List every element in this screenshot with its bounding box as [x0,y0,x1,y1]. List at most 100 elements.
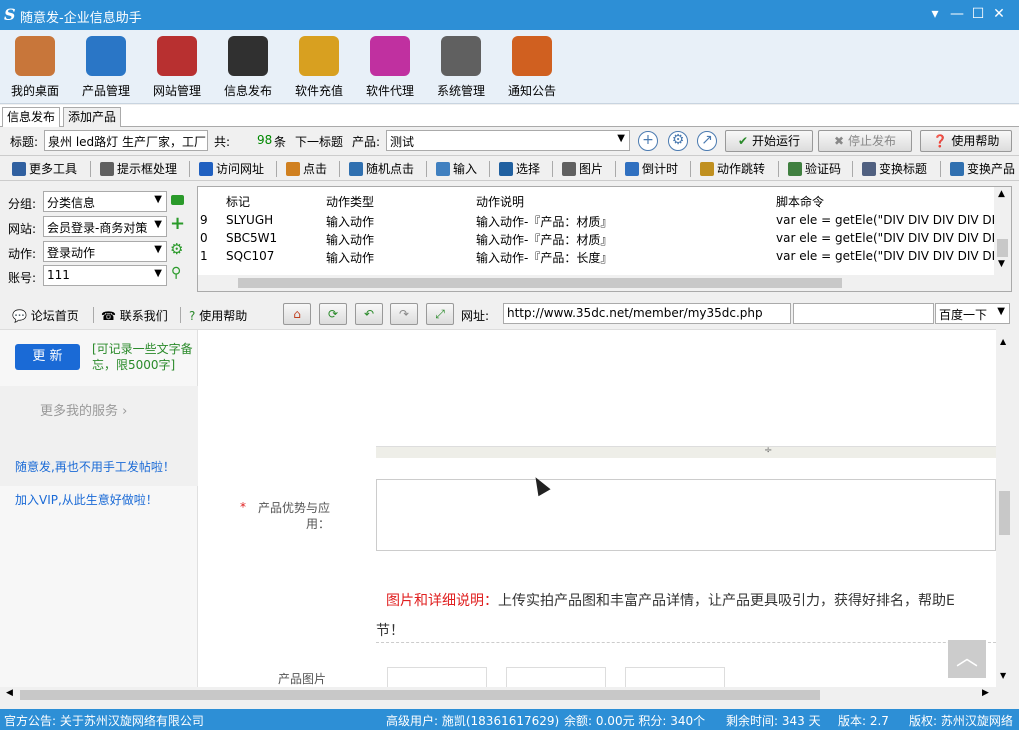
gear-icon[interactable]: ⚙ [170,240,183,258]
table-cell[interactable]: var ele = getEle("DIV DIV DIV DIV DIV [776,213,1003,227]
input-button[interactable]: 输入 [436,160,477,177]
click-button[interactable]: 点击 [286,160,327,177]
random-click-button[interactable]: 随机点击 [349,160,414,177]
browser-help-button[interactable]: ? 使用帮助 [189,307,247,324]
table-cell[interactable]: 输入动作 [326,231,374,248]
grid-horizontal-scrollbar[interactable] [198,275,994,291]
scroll-up-icon[interactable]: ▲ [1000,337,1006,346]
scroll-right-icon[interactable]: ▶ [982,688,989,698]
search-engine-select[interactable]: 百度一下 ▼ [935,303,1010,324]
more-tools-button[interactable]: 更多工具 [12,160,77,177]
dropdown-icon[interactable]: ▾ [925,4,945,24]
table-cell[interactable]: 输入动作 [326,213,374,230]
table-cell[interactable]: 输入动作 [326,249,374,266]
toolbar-agent-button[interactable]: 软件代理 [355,36,425,99]
account-select[interactable]: 111 ▼ [43,265,167,286]
toolbar-product-button[interactable]: 产品管理 [71,36,141,99]
home-button[interactable]: ⌂ [283,303,311,325]
vip-link[interactable]: 加入VIP,从此生意好做啦！ [15,491,158,508]
scroll-up-icon[interactable]: ▲ [998,189,1005,199]
table-cell[interactable]: 输入动作-『产品：长度』 [476,249,612,266]
table-cell[interactable]: SBC5W1 [226,231,277,245]
site-select[interactable]: 会员登录-商务对策 ▼ [43,216,167,237]
field-label: 产品优势与应用： [257,501,330,531]
table-cell[interactable]: SLYUGH [226,213,273,227]
group-select[interactable]: 分类信息 ▼ [43,191,167,212]
image-button[interactable]: 图片 [562,160,603,177]
grid-vertical-scrollbar[interactable]: ▲ ▼ [994,187,1011,291]
more-services-link[interactable]: 更多我的服务 › [40,400,127,419]
image-upload-slot[interactable] [625,667,725,689]
column-header[interactable]: 脚本命令 [776,193,824,210]
table-cell[interactable]: var ele = getEle("DIV DIV DIV DIV DIV [776,249,1003,263]
column-header[interactable]: 动作类型 [326,193,374,210]
settings-circle-icon[interactable]: ⚙ [668,131,688,151]
scroll-down-icon[interactable]: ▼ [998,259,1005,269]
fullscreen-button[interactable]: ⤢ [426,303,454,325]
toolbar-publish-button[interactable]: 信息发布 [213,36,283,99]
table-cell[interactable]: 输入动作-『产品：材质』 [476,231,612,248]
advantages-textarea[interactable] [376,479,996,551]
toolbar-desktop-button[interactable]: 我的桌面 [0,36,70,99]
scroll-down-icon[interactable]: ▼ [1000,671,1006,680]
page-vertical-scrollbar[interactable]: ▲ ▼ [996,329,1012,687]
minimize-button[interactable]: — [947,4,967,24]
toolbar-notice-button[interactable]: 通知公告 [497,36,567,99]
back-to-top-icon[interactable]: ︿ [948,640,986,678]
toolbar-site-button[interactable]: 网站管理 [142,36,212,99]
select-button[interactable]: 选择 [499,160,540,177]
visit-url-button[interactable]: 访问网址 [199,160,264,177]
add-circle-icon[interactable]: + [638,131,658,151]
tab-publish[interactable]: 信息发布 [2,107,61,127]
title-icon [862,162,876,176]
captcha-button[interactable]: 验证码 [788,160,841,177]
prompt-handle-button[interactable]: 提示框处理 [100,160,177,177]
chart-circle-icon[interactable]: ↗ [697,131,717,151]
stop-button[interactable]: ✖ 停止发布 [818,130,912,152]
action-select[interactable]: 登录动作 ▼ [43,241,167,262]
toolbar-recharge-button[interactable]: 软件充值 [284,36,354,99]
refresh-button[interactable]: ⟳ [319,303,347,325]
column-header[interactable]: 动作说明 [476,193,524,210]
scroll-thumb[interactable] [238,278,842,288]
forum-home-button[interactable]: 💬 论坛首页 [12,307,79,324]
promo-link[interactable]: 随意发,再也不用手工发帖啦！ [15,458,175,475]
scroll-thumb[interactable] [997,239,1008,257]
change-product-button[interactable]: 变换产品 [950,160,1015,177]
tab-add-product[interactable]: 添加产品 [63,107,122,127]
scroll-left-icon[interactable]: ◀ [6,688,13,698]
contact-us-button[interactable]: ☎ 联系我们 [101,307,168,324]
table-cell[interactable]: 输入动作-『产品：材质』 [476,213,612,230]
page-horizontal-scrollbar[interactable]: ◀ ▶ [0,687,996,703]
start-button[interactable]: ✔ 开始运行 [725,130,813,152]
maximize-button[interactable]: ☐ [968,4,988,24]
next-title-link[interactable]: 下一标题 [295,133,343,150]
countdown-button[interactable]: 倒计时 [625,160,678,177]
update-button[interactable]: 更 新 [15,344,80,370]
image-upload-slot[interactable] [506,667,606,689]
folder-icon[interactable] [171,195,184,205]
column-header[interactable]: 标记 [226,193,250,210]
image-upload-slot[interactable] [387,667,487,689]
back-button[interactable]: ↶ [355,303,383,325]
editor-resize-handle[interactable] [376,446,996,458]
add-icon[interactable]: + [170,215,185,233]
forward-button[interactable]: ↷ [390,303,418,325]
table-cell[interactable]: var ele = getEle("DIV DIV DIV DIV DIV [776,231,1003,245]
search-icon[interactable]: ⚲ [171,265,181,281]
product-select[interactable]: 测试 ▼ [386,130,630,151]
search-input[interactable] [793,303,934,324]
url-input[interactable]: http://www.35dc.net/member/my35dc.php [503,303,791,324]
divider [276,161,277,177]
chevron-down-icon: ▼ [154,244,162,255]
table-cell[interactable]: SQC107 [226,249,274,263]
action-jump-button[interactable]: 动作跳转 [700,160,765,177]
toolbar-system-button[interactable]: 系统管理 [426,36,496,99]
close-button[interactable]: ✕ [989,4,1009,24]
title-input[interactable]: 泉州 led路灯 生产厂家，工厂 [44,130,208,151]
scroll-thumb[interactable] [999,491,1010,535]
change-title-button[interactable]: 变换标题 [862,160,927,177]
scroll-thumb[interactable] [20,690,820,700]
help-button[interactable]: ❓ 使用帮助 [920,130,1012,152]
announcement-text[interactable]: 官方公告: 关于苏州汉旋网络有限公司 [4,712,204,729]
